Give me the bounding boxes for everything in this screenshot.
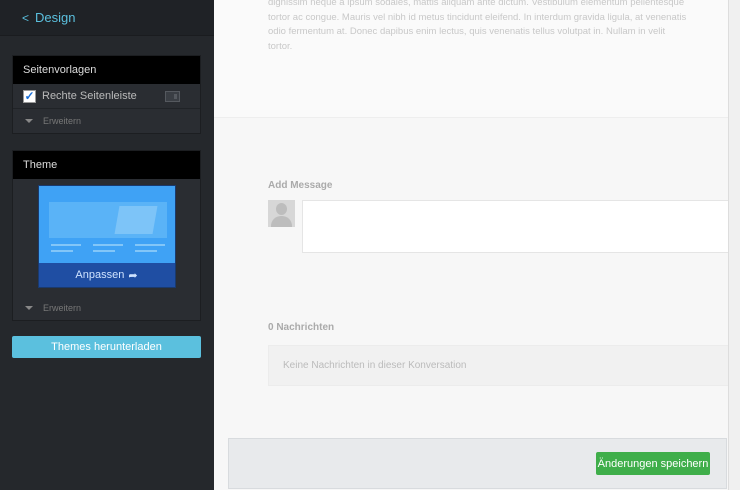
theme-expand-label: Erweitern <box>43 303 82 313</box>
preview-page: dignissim neque a ipsum sodales, mattis … <box>214 0 732 490</box>
messages-count: 0 Nachrichten <box>268 322 335 333</box>
chevron-left-icon: < <box>22 10 30 25</box>
layout-sidebar-icon <box>165 91 180 102</box>
empty-messages-text: Keine Nachrichten in dieser Konversation <box>283 360 467 371</box>
empty-messages-notice: Keine Nachrichten in dieser Konversation <box>268 345 730 386</box>
post-content: dignissim neque a ipsum sodales, mattis … <box>214 0 728 118</box>
theme-expand[interactable]: Erweitern <box>13 296 200 320</box>
add-message-heading: Add Message <box>268 180 333 191</box>
theme-preview-line <box>134 250 157 252</box>
download-themes-button[interactable]: Themes herunterladen <box>12 336 201 358</box>
layouts-expand-label: Erweitern <box>43 116 82 126</box>
save-changes-button[interactable]: Änderungen speichern <box>596 452 710 475</box>
caret-down-icon <box>25 306 33 310</box>
right-sidebar-label: Rechte Seitenleiste <box>42 90 137 102</box>
right-sidebar-checkbox[interactable]: ✓ <box>23 89 36 103</box>
back-to-design[interactable]: < Design <box>0 0 214 36</box>
message-input[interactable] <box>302 200 732 253</box>
customize-label: Anpassen <box>75 269 125 281</box>
theme-preview-line <box>50 244 81 246</box>
back-label: Design <box>35 10 76 25</box>
theme-preview-line <box>92 250 115 252</box>
customize-theme-button[interactable]: Anpassen ➦ <box>38 263 175 287</box>
theme-panel-title: Theme <box>13 151 200 179</box>
theme-preview-thumbnail[interactable]: Anpassen ➦ <box>37 185 176 288</box>
layouts-panel: Seitenvorlagen ✓ Rechte Seitenleiste Erw… <box>12 55 201 134</box>
theme-preview-line <box>50 250 73 252</box>
theme-preview-line <box>134 244 165 246</box>
design-sidebar: < Design Seitenvorlagen ✓ Rechte Seitenl… <box>0 0 214 490</box>
layouts-expand[interactable]: Erweitern <box>13 109 200 133</box>
theme-preview-hero <box>48 202 167 238</box>
layouts-panel-title: Seitenvorlagen <box>13 56 200 84</box>
user-avatar-icon <box>268 200 295 227</box>
caret-down-icon <box>25 119 33 123</box>
main-preview: dignissim neque a ipsum sodales, mattis … <box>214 0 740 490</box>
theme-panel: Theme Anpassen ➦ Erweitern <box>12 150 201 321</box>
scrollbar[interactable] <box>728 0 740 490</box>
theme-preview-line <box>92 244 123 246</box>
post-body-text: dignissim neque a ipsum sodales, mattis … <box>268 0 687 52</box>
share-arrow-icon: ➦ <box>128 269 138 282</box>
save-footer: Änderungen speichern <box>228 438 727 489</box>
right-sidebar-option[interactable]: ✓ Rechte Seitenleiste <box>13 84 200 109</box>
